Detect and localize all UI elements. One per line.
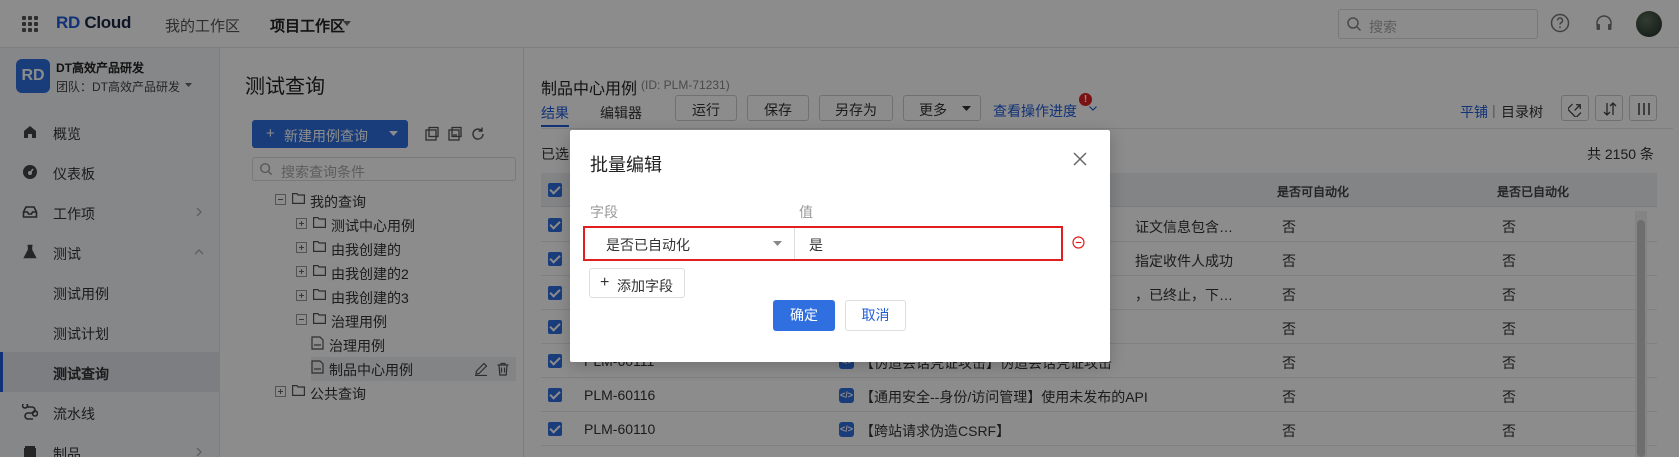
caret-down-icon <box>773 241 782 246</box>
value-input[interactable]: 是 <box>802 228 1057 259</box>
plus-icon: + <box>600 274 610 291</box>
batch-edit-dialog: 批量编辑 字段 值 是否已自动化 是 + 添加字段 确定 取消 <box>570 130 1110 362</box>
add-field-button[interactable]: + 添加字段 <box>589 268 685 298</box>
remove-row-icon[interactable] <box>1072 236 1085 249</box>
dialog-title: 批量编辑 <box>590 155 662 175</box>
close-icon[interactable] <box>1073 152 1087 166</box>
cancel-button[interactable]: 取消 <box>845 300 906 331</box>
field-column-label: 字段 <box>590 204 618 220</box>
value-column-label: 值 <box>799 204 813 220</box>
field-select[interactable]: 是否已自动化 <box>590 228 795 259</box>
confirm-button[interactable]: 确定 <box>773 300 835 331</box>
